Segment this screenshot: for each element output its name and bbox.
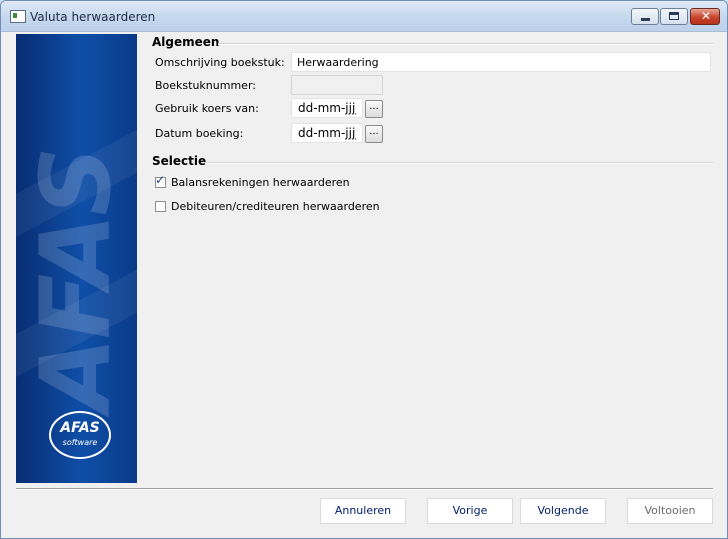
dialog-window: Valuta herwaarderen ✕ AFAS AFAS software… (0, 0, 728, 539)
voltooien-button[interactable]: Voltooien (627, 498, 713, 524)
afas-logo-text: AFAS (60, 420, 100, 436)
afas-logo-subtext: software (62, 438, 98, 447)
datum-boeking-date-input[interactable] (291, 123, 363, 143)
vorige-button[interactable]: Vorige (427, 498, 513, 524)
footer-divider (16, 488, 713, 490)
section-divider (205, 162, 713, 164)
afas-side-banner: AFAS AFAS software (16, 34, 137, 483)
boekstuknummer-input[interactable] (291, 75, 383, 95)
banner-watermark: AFAS (20, 148, 132, 412)
gebruik-koers-date-input[interactable] (291, 98, 363, 118)
minimize-button[interactable] (631, 8, 659, 25)
maximize-button[interactable] (660, 8, 688, 25)
balans-checkbox[interactable]: ✓ (155, 173, 166, 188)
maximize-icon (669, 12, 679, 20)
annuleren-button[interactable]: Annuleren (320, 498, 406, 524)
close-button[interactable]: ✕ (690, 8, 720, 25)
minimize-icon (641, 18, 650, 21)
boekstuknummer-label: Boekstuknummer: (155, 79, 256, 92)
gebruik-koers-label: Gebruik koers van: (155, 102, 259, 115)
debiteuren-checkbox[interactable] (155, 201, 166, 212)
omschrijving-input[interactable] (291, 52, 711, 72)
section-divider (218, 43, 713, 45)
datum-boeking-picker-button[interactable]: ... (365, 125, 383, 143)
checkmark-icon: ✓ (155, 173, 166, 187)
debiteuren-checkbox-label[interactable]: Debiteuren/crediteuren herwaarderen (171, 200, 380, 213)
section-title-algemeen: Algemeen (152, 35, 220, 49)
volgende-button[interactable]: Volgende (520, 498, 606, 524)
datum-boeking-label: Datum boeking: (155, 127, 244, 140)
afas-logo: AFAS software (49, 411, 111, 459)
window-title: Valuta herwaarderen (30, 10, 156, 24)
dialog-client-area: AFAS AFAS software Algemeen Omschrijving… (8, 32, 720, 532)
section-title-selectie: Selectie (152, 154, 207, 168)
app-window-icon (10, 10, 26, 23)
omschrijving-label: Omschrijving boekstuk: (155, 56, 285, 69)
balans-checkbox-label[interactable]: Balansrekeningen herwaarderen (171, 176, 350, 189)
gebruik-koers-picker-button[interactable]: ... (365, 100, 383, 118)
close-icon: ✕ (700, 9, 712, 23)
title-bar[interactable]: Valuta herwaarderen ✕ (1, 1, 727, 32)
